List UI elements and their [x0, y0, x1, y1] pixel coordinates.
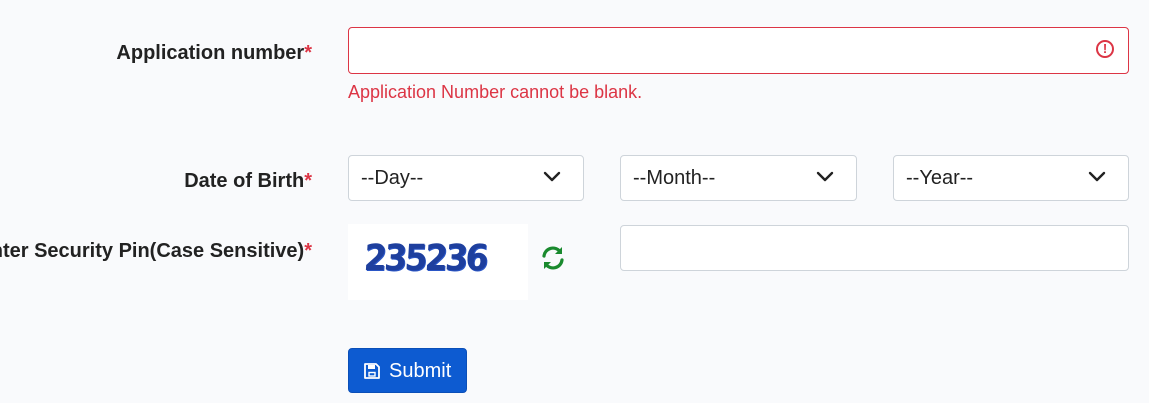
save-icon: [364, 363, 380, 379]
chevron-down-icon: [543, 171, 561, 182]
month-select-value: --Month--: [633, 167, 716, 189]
required-mark: *: [304, 42, 312, 64]
day-select[interactable]: --Day--: [348, 155, 584, 201]
submit-label: Submit: [389, 360, 452, 382]
captcha-image: 235236: [348, 224, 528, 300]
captcha-text: 235236: [362, 238, 488, 279]
date-of-birth-label: Date of Birth*: [184, 170, 312, 192]
security-pin-label: nter Security Pin(Case Sensitive)*: [0, 240, 312, 262]
year-select[interactable]: --Year--: [893, 155, 1129, 201]
chevron-down-icon: [1088, 171, 1106, 182]
month-select[interactable]: --Month--: [620, 155, 857, 201]
application-number-error: Application Number cannot be blank.: [348, 82, 643, 102]
submit-button[interactable]: Submit: [348, 348, 467, 393]
security-pin-input[interactable]: [620, 225, 1129, 271]
day-select-value: --Day--: [361, 167, 424, 189]
chevron-down-icon: [816, 171, 834, 182]
application-number-input[interactable]: !: [348, 27, 1129, 74]
exclamation-circle-icon: !: [1096, 40, 1114, 58]
required-mark: *: [304, 170, 312, 192]
required-mark: *: [304, 240, 312, 262]
year-select-value: --Year--: [906, 167, 974, 189]
refresh-icon[interactable]: [540, 245, 566, 271]
application-number-label: Application number*: [116, 42, 312, 64]
